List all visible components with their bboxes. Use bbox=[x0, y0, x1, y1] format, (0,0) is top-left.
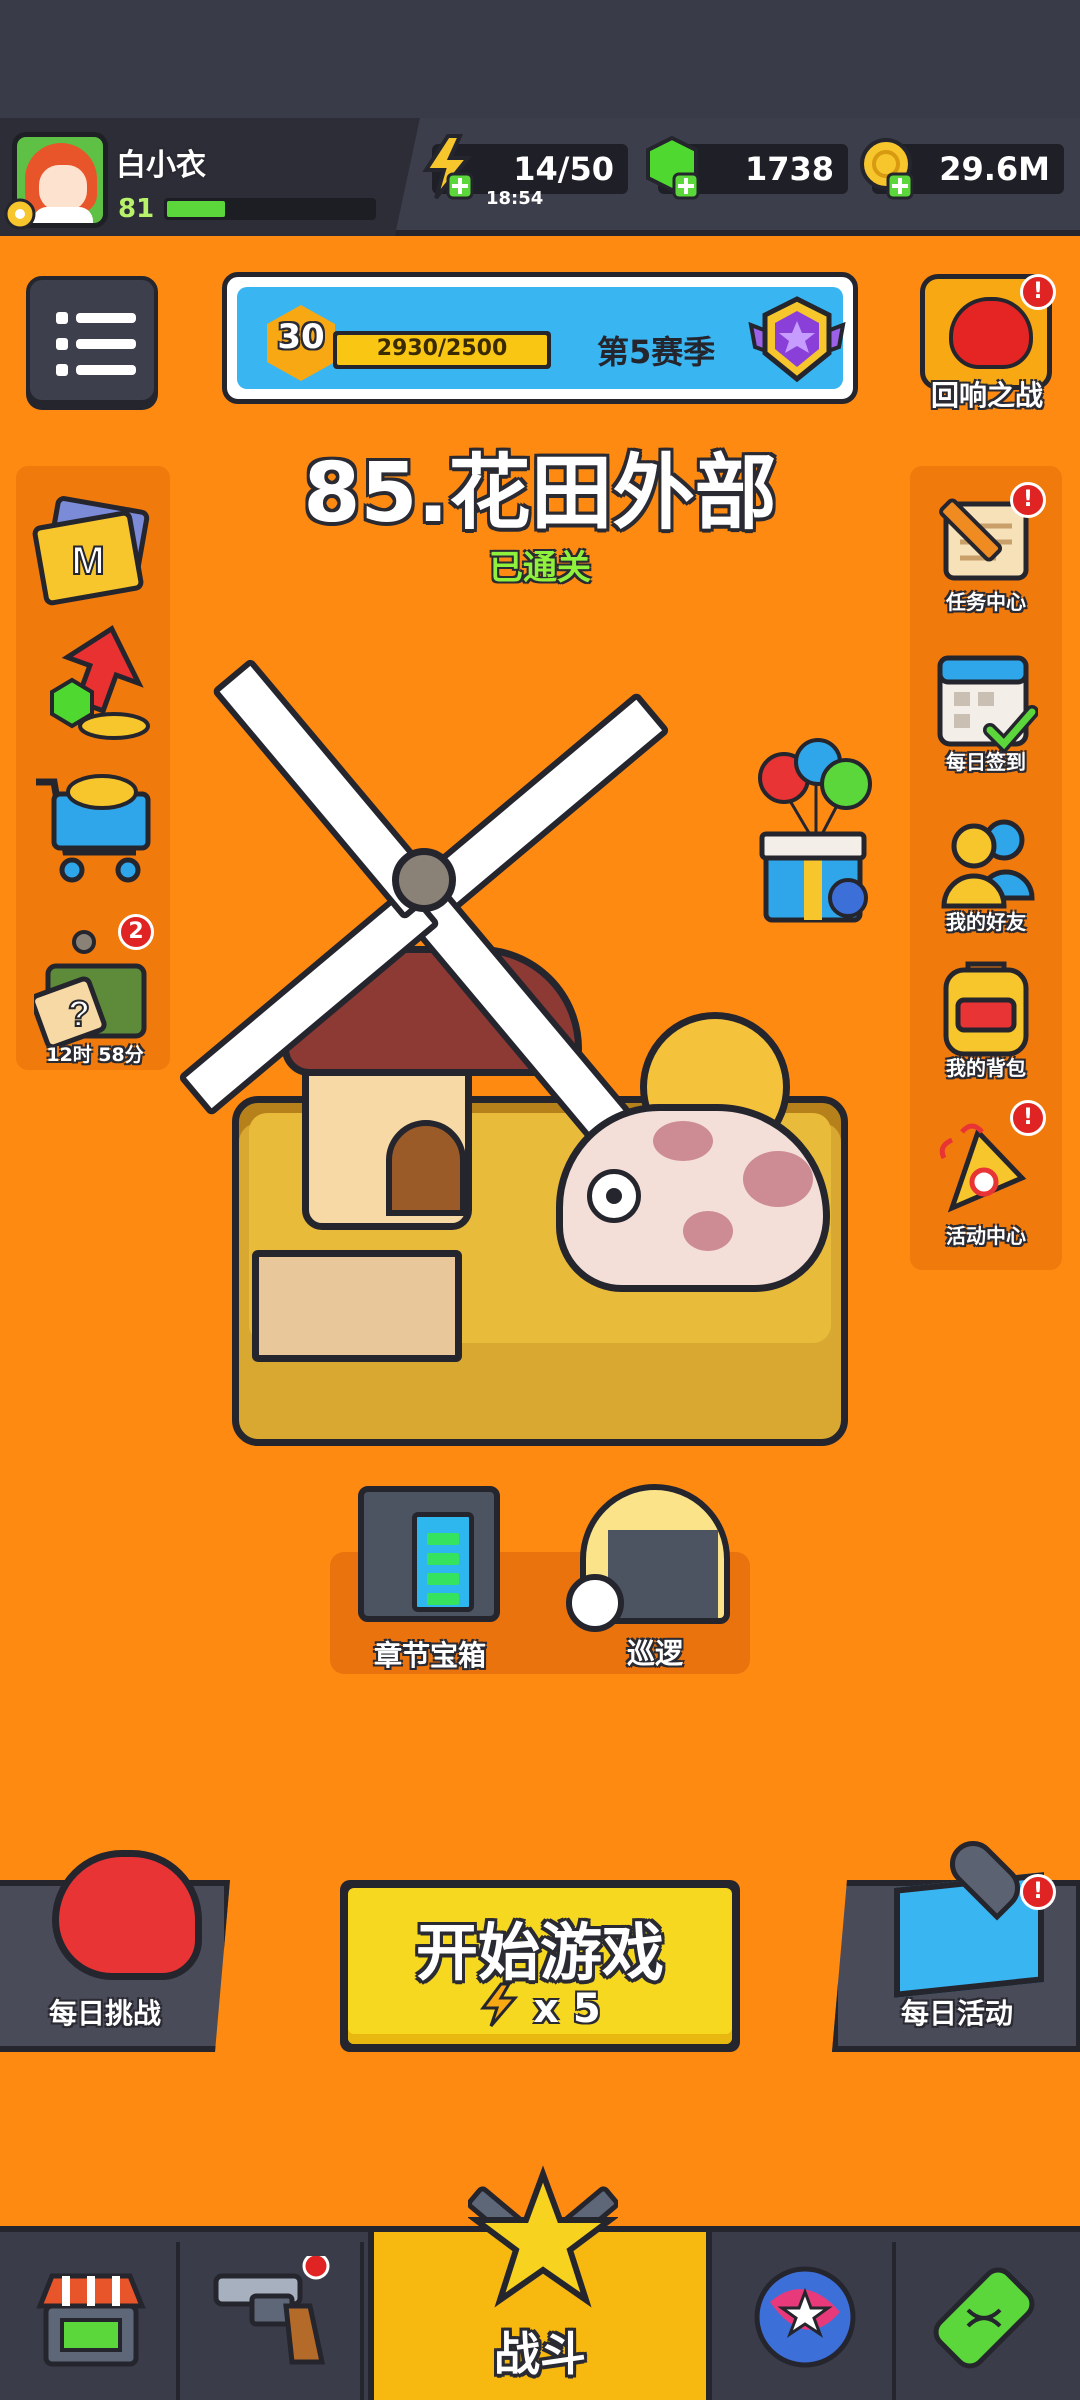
clock-icon bbox=[566, 1574, 624, 1632]
echo-battle-alert: ! bbox=[1020, 274, 1056, 310]
shop-cart-icon[interactable] bbox=[32, 762, 156, 888]
menu-button[interactable] bbox=[26, 276, 158, 404]
lightning-icon bbox=[480, 1982, 519, 2027]
start-game-button[interactable]: 开始游戏 x 5 bbox=[340, 1880, 740, 2052]
player-xp-bar bbox=[164, 198, 376, 220]
gem-plus-icon bbox=[646, 135, 700, 200]
upgrade-arrow-icon[interactable] bbox=[36, 622, 154, 742]
gift-balloon-icon[interactable] bbox=[756, 738, 876, 928]
patrol-label: 巡逻 bbox=[626, 1637, 683, 1670]
my-friends-label: 我的好友 bbox=[946, 910, 1026, 934]
timed-chest-button[interactable]: ? 2 12时 58分 bbox=[30, 914, 160, 1066]
chapter-chest-label: 章节宝箱 bbox=[373, 1639, 486, 1672]
player-profile[interactable]: 白小衣 81 bbox=[0, 118, 420, 236]
timed-chest-timer: 12时 58分 bbox=[46, 1044, 144, 1066]
status-bar-area bbox=[0, 0, 1080, 118]
nav-weapons-tab[interactable] bbox=[184, 2242, 364, 2400]
energy-resource[interactable]: 14/50 bbox=[422, 134, 628, 200]
my-backpack-label: 我的背包 bbox=[946, 1056, 1026, 1080]
shop-icon bbox=[36, 2273, 146, 2367]
crate bbox=[252, 1250, 462, 1362]
season-banner[interactable]: 30 2930/2500 第5赛季 bbox=[222, 272, 858, 404]
gems-value: 1738 bbox=[744, 150, 834, 188]
windmill-hub bbox=[392, 848, 456, 912]
player-level: 81 bbox=[118, 194, 155, 224]
gems-resource[interactable]: 1738 bbox=[646, 135, 848, 200]
friends-icon bbox=[941, 819, 1035, 909]
backpack-icon bbox=[943, 961, 1029, 1057]
daily-signin-label: 每日签到 bbox=[946, 750, 1026, 774]
season-progress-bar: 2930/2500 bbox=[333, 331, 551, 369]
windmill-door bbox=[386, 1120, 466, 1216]
chapter-chest-button[interactable]: 章节宝箱 bbox=[350, 1486, 510, 1686]
task-center-alert: ! bbox=[1010, 482, 1046, 518]
season-label: 第5赛季 bbox=[597, 333, 716, 371]
nav-shop-tab[interactable] bbox=[0, 2242, 180, 2400]
energy-timer: 18:54 bbox=[486, 188, 544, 209]
task-center-button[interactable]: ! 任务中心 bbox=[910, 482, 1062, 618]
energy-value: 14/50 bbox=[513, 150, 614, 188]
chest-icon bbox=[358, 1486, 500, 1622]
calendar-check-icon bbox=[937, 655, 1038, 755]
event-center-label: 活动中心 bbox=[946, 1224, 1026, 1248]
daily-event-label: 每日活动 bbox=[900, 1997, 1013, 2030]
start-game-cost: x 5 bbox=[348, 1982, 732, 2032]
devil-icon bbox=[949, 297, 1033, 369]
start-game-label: 开始游戏 bbox=[415, 1916, 664, 1989]
echo-battle-button[interactable]: 回响之战 ! bbox=[918, 274, 1056, 414]
orb-stars-icon bbox=[754, 2266, 856, 2368]
svg-text:M: M bbox=[71, 539, 104, 583]
nav-battle-label: 战斗 bbox=[494, 2327, 586, 2381]
dna-capsule-icon bbox=[933, 2267, 1035, 2369]
m-card-icon[interactable]: M bbox=[32, 496, 156, 606]
coins-value: 29.6M bbox=[939, 150, 1050, 188]
top-bar: 白小衣 81 14/50 18:54 1738 29.6M bbox=[0, 118, 1080, 236]
season-rank-icon bbox=[748, 296, 846, 383]
battle-star-icon bbox=[468, 2165, 618, 2308]
player-name: 白小衣 bbox=[116, 148, 206, 183]
coin-plus-icon bbox=[860, 138, 914, 200]
daily-signin-button[interactable]: 每日签到 bbox=[910, 646, 1062, 782]
my-friends-button[interactable]: 我的好友 bbox=[910, 808, 1062, 944]
daily-event-alert: ! bbox=[1020, 1874, 1056, 1910]
season-level: 30 bbox=[277, 317, 325, 357]
boxing-glove-icon bbox=[52, 1850, 202, 1980]
flower-icon bbox=[4, 198, 36, 230]
daily-challenge-label: 每日挑战 bbox=[48, 1997, 161, 2030]
coins-resource[interactable]: 29.6M bbox=[860, 138, 1064, 200]
task-center-label: 任务中心 bbox=[946, 590, 1026, 614]
season-progress-text: 2930/2500 bbox=[376, 336, 508, 361]
svg-text:?: ? bbox=[68, 993, 90, 1034]
event-center-alert: ! bbox=[1010, 1100, 1046, 1136]
nav-gene-tab[interactable] bbox=[900, 2242, 1080, 2400]
my-backpack-button[interactable]: 我的背包 bbox=[910, 952, 1062, 1088]
patrol-button[interactable]: 巡逻 bbox=[566, 1484, 736, 1684]
hamster-boss bbox=[556, 1104, 830, 1292]
revolver-icon bbox=[213, 2256, 330, 2365]
echo-battle-label: 回响之战 bbox=[930, 379, 1043, 412]
player-xp-fill bbox=[167, 201, 225, 217]
event-center-button[interactable]: ! 活动中心 bbox=[910, 1100, 1062, 1250]
nav-skills-tab[interactable] bbox=[716, 2242, 896, 2400]
timed-chest-badge: 2 bbox=[118, 914, 154, 950]
lightning-icon bbox=[422, 134, 474, 200]
